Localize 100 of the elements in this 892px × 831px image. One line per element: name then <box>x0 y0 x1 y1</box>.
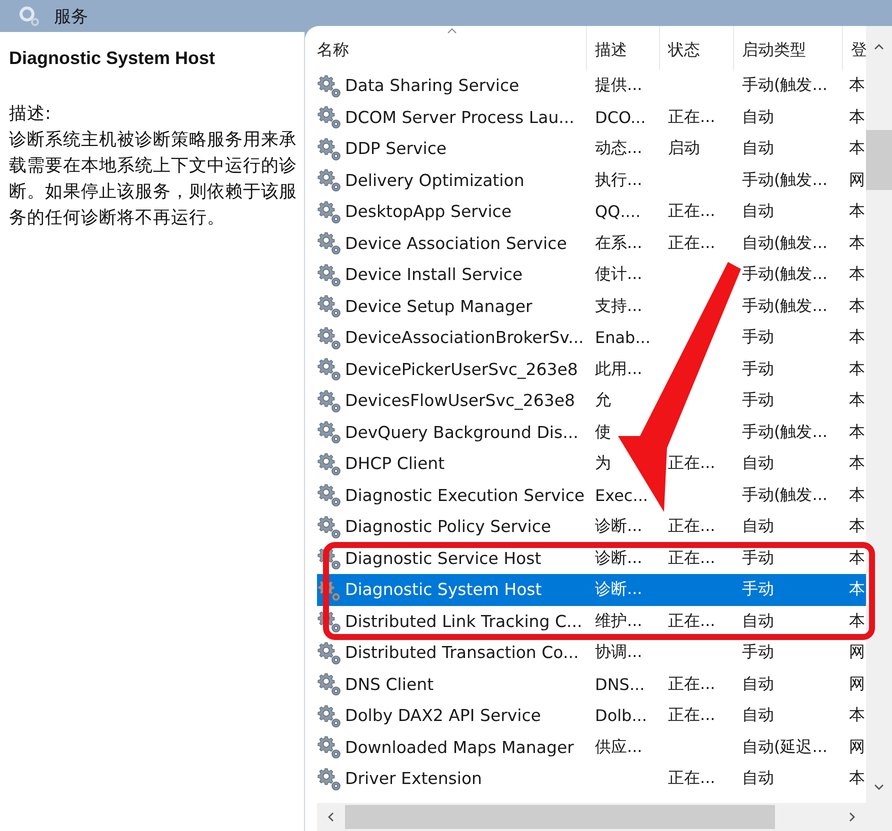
gear-icon <box>317 357 341 382</box>
service-row[interactable]: Diagnostic Service Host 诊断... 正在... 手动 本 <box>317 542 866 574</box>
description-cell-text: 允 <box>594 390 612 412</box>
startup-type-cell-text: 手动(触发... <box>741 422 828 443</box>
startup-type-cell-text: 自动 <box>741 674 775 695</box>
service-row[interactable]: Driver Extension 正在... 自动 本 <box>317 763 866 794</box>
logon-cell-text: 本 <box>848 390 866 412</box>
logon-cell-text: 本 <box>848 484 866 506</box>
logon-cell-text: 本 <box>848 705 866 726</box>
description-text: 诊断系统主机被诊断策略服务用来承载需要在本地系统上下文中运行的诊断。如果停止该服务，则依赖于该服务的任何诊断将不再运行。 <box>9 129 298 230</box>
logon-cell-text: 网 <box>848 674 866 695</box>
description-cell-text: 使 <box>594 422 612 443</box>
service-row[interactable]: Device Setup Manager 支持... 手动(触发... 本 <box>317 290 866 322</box>
logon-cell-text: 本 <box>848 327 866 348</box>
service-row[interactable]: DevicePickerUserSvc_263e8 此用... 手动 本 <box>317 354 866 385</box>
status-cell-text: 正在... <box>667 232 716 254</box>
description-cell-text: 提供... <box>594 75 644 96</box>
service-name-cell-text: Distributed Transaction Co... <box>345 643 580 662</box>
service-name-cell-text: DevicePickerUserSvc_263e8 <box>345 360 579 379</box>
logon-cell-text: 本 <box>848 232 866 254</box>
description-cell-text: 执行... <box>594 170 644 191</box>
service-row[interactable]: DevicesFlowUserSvc_263e8 允 手动 本 <box>317 385 866 416</box>
logon-cell-text: 本 <box>848 610 866 632</box>
startup-type-cell-text: 自动 <box>741 106 775 128</box>
gear-icon <box>317 105 341 130</box>
column-header[interactable]: 名称 <box>317 26 587 70</box>
gear-icon <box>317 452 341 476</box>
window-title: 服务 <box>54 6 88 28</box>
service-row[interactable]: Device Install Service 使计... 手动(触发... 本 <box>317 259 866 290</box>
service-row[interactable]: Delivery Optimization 执行... 手动(触发... 网 <box>317 164 866 196</box>
logon-cell-text: 本 <box>848 548 866 569</box>
description-cell-text: 此用... <box>594 358 644 380</box>
gear-icon <box>317 326 341 350</box>
description-cell-text: QQ.... <box>594 202 642 222</box>
service-row[interactable]: Device Association Service 在系... 正在... 自动(触发... 本 <box>317 228 866 259</box>
logon-cell-text: 网 <box>848 736 866 758</box>
service-row[interactable]: Dolby DAX2 API Service Dolb... 正在... 自动 本 <box>317 700 866 732</box>
sort-caret-icon <box>446 28 456 34</box>
gear-icon <box>317 420 341 444</box>
horizontal-scrollbar[interactable] <box>317 803 892 831</box>
column-header[interactable]: 启动类型 <box>734 26 843 70</box>
gear-icon <box>317 514 341 539</box>
startup-type-cell-text: 手动 <box>741 642 775 664</box>
gear-icon <box>317 74 341 98</box>
gear-icon <box>317 672 341 696</box>
service-name-cell-text: Delivery Optimization <box>345 170 526 190</box>
service-row[interactable]: Distributed Transaction Co... 协调... 手动 网 <box>317 637 866 668</box>
startup-type-cell-text: 手动(触发... <box>741 484 828 506</box>
description-cell-text: DNS... <box>594 674 646 694</box>
logon-cell-text: 本 <box>848 516 866 538</box>
gear-icon <box>317 483 341 508</box>
service-name-cell-text: DeviceAssociationBrokerSv... <box>345 328 585 348</box>
service-row[interactable]: DCOM Server Process Lau... DCO... 正在... 自动 本 <box>317 102 866 133</box>
service-row[interactable]: Diagnostic Execution Service Exec... 手动(触发... 本 <box>317 480 866 511</box>
column-header[interactable]: 描述 <box>587 26 660 70</box>
logon-cell-text: 本 <box>848 138 866 160</box>
column-header[interactable]: 状态 <box>660 26 734 70</box>
service-row[interactable]: DDP Service 动态... 启动 自动 本 <box>317 133 866 164</box>
service-row[interactable]: Data Sharing Service 提供... 手动(触发... 本 <box>317 70 866 102</box>
description-cell-text: 协调... <box>594 642 644 664</box>
service-row[interactable]: DesktopApp Service QQ.... 正在... 自动 本 <box>317 196 866 228</box>
description-cell-text: 为 <box>594 453 612 474</box>
scrollbar-thumb[interactable] <box>345 805 775 829</box>
scrollbar-thumb[interactable] <box>866 130 892 190</box>
gear-icon <box>317 735 341 760</box>
description-cell-text: 诊断... <box>594 516 644 538</box>
service-name-cell-text: DDP Service <box>345 139 448 158</box>
status-cell-text: 正在... <box>667 768 716 790</box>
status-cell-text: 正在... <box>667 106 716 128</box>
logon-cell-text: 本 <box>848 453 866 474</box>
description-cell-text: DCO... <box>594 108 647 127</box>
service-name-cell-text: Diagnostic Policy Service <box>345 517 552 536</box>
gear-icon <box>317 640 341 665</box>
startup-type-cell-text: 手动 <box>741 390 775 412</box>
service-row[interactable]: Diagnostic System Host 诊断... 手动 本 <box>317 574 866 606</box>
logon-cell-text: 本 <box>848 768 866 790</box>
service-row[interactable]: DNS Client DNS... 正在... 自动 网 <box>317 668 866 700</box>
service-name-cell-text: Device Association Service <box>345 234 568 253</box>
startup-type-cell-text: 手动 <box>741 358 775 380</box>
startup-type-cell-text: 自动(触发... <box>741 232 828 254</box>
startup-type-cell-text: 手动(触发... <box>741 296 828 317</box>
startup-type-cell-text: 手动 <box>741 327 775 348</box>
startup-type-cell-text: 手动 <box>741 579 775 600</box>
description-cell-text: 支持... <box>594 296 644 317</box>
service-row[interactable]: Diagnostic Policy Service 诊断... 正在... 自动 本 <box>317 511 866 542</box>
vertical-scrollbar[interactable] <box>866 26 892 803</box>
service-row[interactable]: DeviceAssociationBrokerSv... Enab... 手动 本 <box>317 322 866 354</box>
service-row[interactable]: DHCP Client 为 正在... 自动 本 <box>317 448 866 480</box>
startup-type-cell-text: 手动(触发... <box>741 75 828 96</box>
service-name-cell-text: Diagnostic Execution Service <box>345 486 586 505</box>
column-header[interactable]: 登 <box>843 26 866 70</box>
description-cell-text: 供应... <box>594 736 644 758</box>
status-cell-text: 正在... <box>667 674 716 695</box>
gear-icon <box>317 200 341 224</box>
service-row[interactable]: DevQuery Background Dis... 使 手动(触发... 本 <box>317 416 866 448</box>
service-row[interactable]: Downloaded Maps Manager 供应... 自动(延迟... 网 <box>317 732 866 763</box>
service-name-cell-text: DHCP Client <box>345 454 446 474</box>
service-row[interactable]: Distributed Link Tracking C... 维护... 正在... 自动 本 <box>317 606 866 637</box>
service-name-cell-text: DevicesFlowUserSvc_263e8 <box>345 391 576 410</box>
status-cell-text: 正在... <box>667 548 716 569</box>
